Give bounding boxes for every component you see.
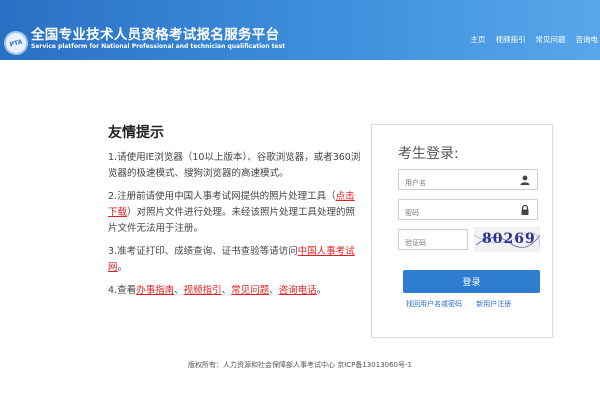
password-field (398, 199, 538, 223)
captcha-text: 80269 (482, 231, 536, 247)
login-links: 找回用户名或密码 新用户注册 (406, 299, 511, 309)
username-input[interactable] (399, 173, 511, 193)
nav-contact[interactable]: 咨询电 (576, 34, 599, 45)
friendly-notice: 友情提示 1.请使用IE浏览器（10以上版本）、谷歌浏览器，或者360浏览器的极… (108, 122, 363, 306)
forgot-credentials-link[interactable]: 找回用户名或密码 (406, 300, 462, 308)
notice-item-help: 4.查看办事指南、视频指引、常见问题、咨询电话。 (108, 283, 363, 299)
top-nav: 主页 视频指引 常见问题 咨询电 (471, 34, 599, 45)
lock-icon (521, 204, 529, 215)
user-icon (520, 175, 530, 185)
notice-text: 2.注册前请使用中国人事考试网提供的照片处理工具（ (108, 191, 336, 202)
captcha-field (398, 229, 468, 253)
notice-text: 。 (117, 262, 128, 273)
login-button[interactable]: 登录 (403, 270, 540, 293)
footer-copyright: 版权所有：人力资源和社会保障部人事考试中心 京ICP备13013060号-1 (187, 361, 412, 369)
notice-text: 3.准考证打印、成绩查询、证书查验等请访问 (108, 246, 298, 257)
separator: 、 (221, 285, 232, 296)
notice-text: 。 (316, 285, 327, 296)
faq-link[interactable]: 常见问题 (231, 285, 269, 296)
video-guide-link[interactable]: 视频指引 (184, 285, 222, 296)
notice-item-photo: 2.注册前请使用中国人事考试网提供的照片处理工具（点击下载）对照片文件进行处理。… (108, 189, 363, 237)
notice-text: 4.查看 (108, 285, 137, 296)
nav-faq[interactable]: 常见问题 (536, 34, 566, 45)
guide-link[interactable]: 办事指南 (136, 285, 174, 296)
contact-phone-link[interactable]: 咨询电话 (279, 285, 317, 296)
pta-logo-icon: PTA (1, 28, 31, 58)
separator: 、 (269, 285, 279, 296)
nav-video-guide[interactable]: 视频指引 (496, 34, 526, 45)
site-header: PTA 全国专业技术人员资格考试报名服务平台 Service platform … (0, 0, 600, 60)
captcha-input[interactable] (399, 233, 463, 253)
login-panel: 考生登录: 80269 登录 找回用户名或密码 新用户注册 (371, 124, 553, 338)
username-field (398, 169, 538, 193)
notice-item-browser: 1.请使用IE浏览器（10以上版本）、谷歌浏览器，或者360浏览器的极速模式、搜… (108, 152, 361, 179)
password-input[interactable] (399, 203, 511, 223)
login-title: 考生登录: (398, 146, 459, 162)
register-link[interactable]: 新用户注册 (476, 300, 511, 308)
nav-home[interactable]: 主页 (471, 34, 486, 45)
site-title: 全国专业技术人员资格考试报名服务平台 (31, 27, 280, 43)
captcha-image[interactable]: 80269 (474, 227, 540, 252)
separator: 、 (174, 285, 184, 296)
notice-text: ）对照片文件进行处理。未经该照片处理工具处理的照片文件无法用于注册。 (108, 207, 356, 234)
notice-title: 友情提示 (108, 125, 164, 141)
site-subtitle: Service platform for National Profession… (31, 43, 286, 50)
notice-item-admission: 3.准考证打印、成绩查询、证书查验等请访问中国人事考试网。 (108, 244, 363, 276)
